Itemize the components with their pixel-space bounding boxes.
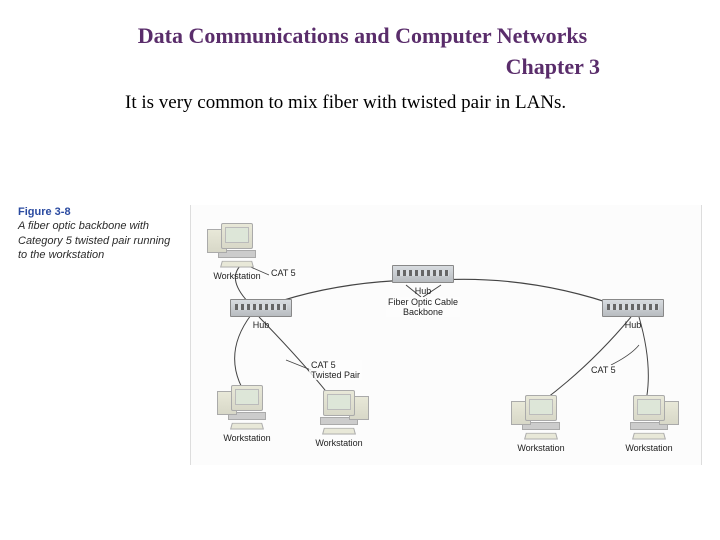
hub-middle: Hub [391, 265, 455, 296]
workstation-label: Workstation [513, 443, 569, 453]
chapter-label: Chapter 3 [125, 53, 600, 82]
annotation-backbone: Fiber Optic Cable Backbone [386, 297, 460, 317]
pc-keyboard-icon [322, 428, 356, 435]
book-title: Data Communications and Computer Network… [125, 22, 600, 51]
hub-left: Hub [229, 299, 293, 330]
pc-keyboard-icon [524, 433, 558, 440]
pc-monitor-icon [231, 385, 263, 411]
pc-monitor-icon [323, 390, 355, 416]
pc-keyboard-icon [632, 433, 666, 440]
diagram-canvas: Workstation Hub Hub Hub Workstation [190, 205, 702, 465]
hub-label: Hub [601, 320, 665, 330]
workstation-bottom-1: Workstation [219, 385, 275, 443]
hub-label: Hub [229, 320, 293, 330]
hub-icon [392, 265, 454, 283]
hub-icon [230, 299, 292, 317]
annotation-cat5-right: CAT 5 [589, 365, 618, 375]
hub-label: Hub [391, 286, 455, 296]
body-sentence: It is very common to mix fiber with twis… [125, 92, 660, 114]
workstation-bottom-4: Workstation [621, 395, 677, 453]
figure-number: Figure 3-8 [18, 205, 178, 219]
figure-3-8: Figure 3-8 A fiber optic backbone with C… [10, 205, 710, 465]
hub-right: Hub [601, 299, 665, 330]
pc-keyboard-icon [230, 423, 264, 430]
pc-keyboard-icon [220, 261, 254, 268]
figure-caption-block: Figure 3-8 A fiber optic backbone with C… [18, 205, 178, 262]
workstation-label: Workstation [219, 433, 275, 443]
workstation-label: Workstation [621, 443, 677, 453]
pc-monitor-icon [633, 395, 665, 421]
figure-caption: A fiber optic backbone with Category 5 t… [18, 219, 178, 262]
annotation-cat5-twisted-pair: CAT 5 Twisted Pair [309, 360, 362, 380]
hub-icon [602, 299, 664, 317]
page-header: Data Communications and Computer Network… [125, 22, 600, 81]
workstation-bottom-3: Workstation [513, 395, 569, 453]
workstation-top-left: Workstation [209, 223, 265, 281]
workstation-label: Workstation [311, 438, 367, 448]
workstation-label: Workstation [209, 271, 265, 281]
workstation-bottom-2: Workstation [311, 390, 367, 448]
pc-monitor-icon [221, 223, 253, 249]
annotation-cat5-top: CAT 5 [269, 268, 298, 278]
pc-monitor-icon [525, 395, 557, 421]
